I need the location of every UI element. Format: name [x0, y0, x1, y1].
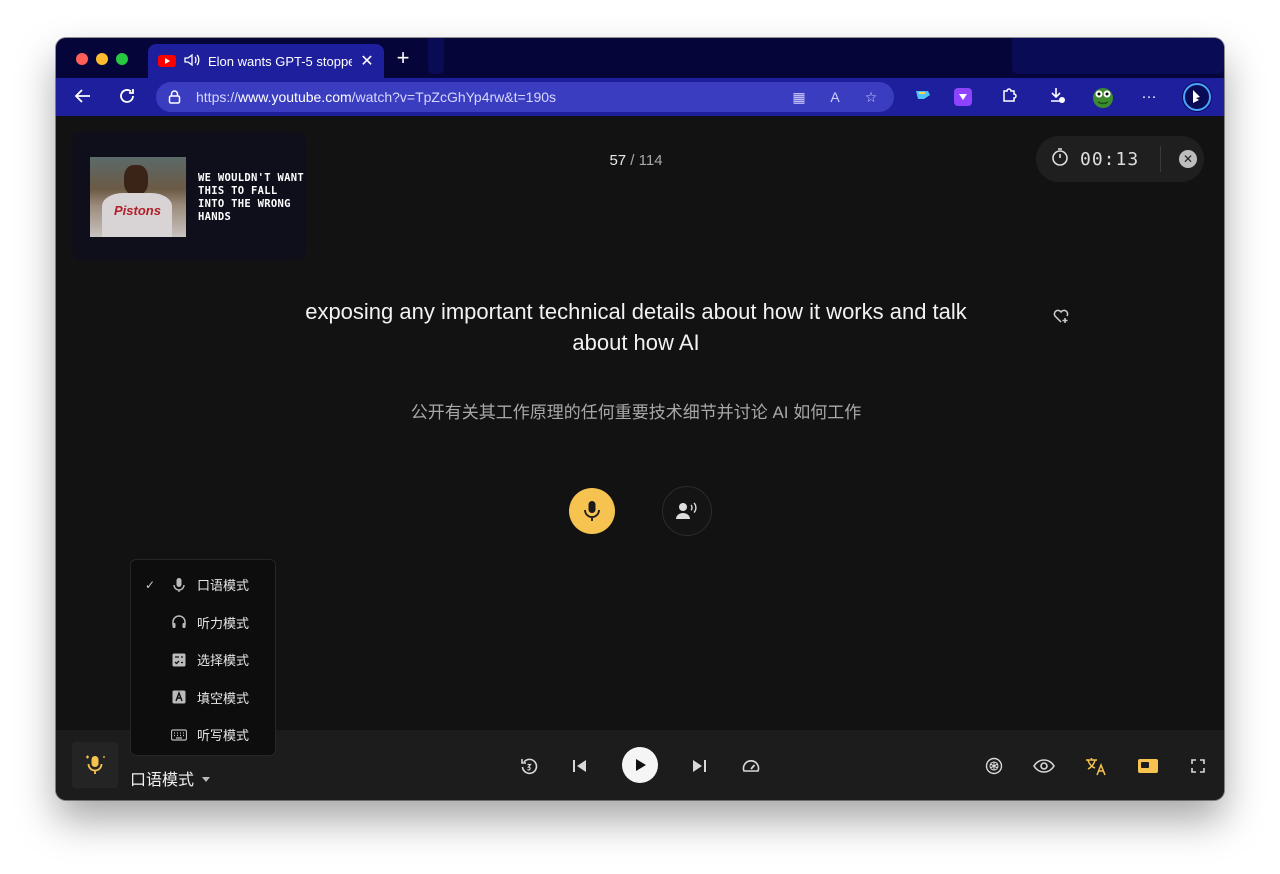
mode-item-label: 填空模式 [197, 690, 250, 706]
current-sentence-number: 57 [609, 152, 627, 169]
tab-strip: Elon wants GPT-5 stopped ✕ + [56, 38, 1224, 78]
close-window-button[interactable] [76, 53, 88, 65]
ai-assistant-icon[interactable] [982, 754, 1006, 778]
microphone-icon [584, 501, 600, 521]
timer-pill: 00:13 ✕ [1036, 136, 1204, 182]
tab-youtube[interactable]: Elon wants GPT-5 stopped ✕ [148, 44, 384, 78]
strip-decor [428, 38, 444, 74]
thumbnail-caption: WE WOULDN'T WANT THIS TO FALL INTO THE W… [198, 172, 304, 223]
video-thumbnail[interactable]: Pistons [90, 157, 186, 237]
play-own-recording-button[interactable] [662, 486, 712, 536]
checklist-icon [171, 652, 187, 668]
person-speaking-icon [676, 502, 697, 519]
new-tab-button[interactable]: + [392, 47, 414, 70]
subtitle-panel-icon[interactable] [1136, 754, 1160, 778]
mode-select-dropdown[interactable]: 口语模式 [130, 766, 211, 790]
chevron-down-icon [202, 776, 211, 782]
timer-divider [1160, 146, 1161, 172]
address-bar[interactable]: https://www.youtube.com/watch?v=TpZcGhYp… [156, 82, 894, 112]
thumbnail-shirt-text: Pistons [114, 203, 161, 218]
mode-item-fill-blank[interactable]: 填空模式 [131, 679, 275, 717]
youtube-icon [158, 55, 176, 67]
mic-icon [171, 577, 187, 593]
timer-value: 00:13 [1080, 148, 1140, 170]
navigation-bar: https://www.youtube.com/watch?v=TpZcGhYp… [56, 78, 1224, 116]
record-button[interactable] [569, 488, 615, 534]
downloads-icon[interactable] [1046, 86, 1068, 108]
next-sentence-icon[interactable] [687, 754, 711, 778]
grid-icon[interactable]: ▦ [790, 88, 808, 106]
lock-icon[interactable] [168, 90, 182, 104]
audio-playing-icon[interactable] [184, 53, 200, 70]
current-mode-label: 口语模式 [130, 772, 195, 789]
mode-item-label: 听力模式 [197, 615, 250, 631]
checkmark-icon: ✓ [145, 577, 156, 592]
close-tab-icon[interactable]: ✕ [360, 51, 374, 71]
stopwatch-icon [1048, 147, 1072, 172]
url-path: /watch?v=TpZcGhYp4rw&t=190s [351, 89, 557, 105]
chinese-translation: 公开有关其工作原理的任何重要技术细节并讨论 AI 如何工作 [410, 403, 862, 422]
browser-window: Elon wants GPT-5 stopped ✕ + https://www… [56, 38, 1224, 800]
tab-title: Elon wants GPT-5 stopped [208, 53, 352, 69]
extension-purple-icon[interactable] [954, 88, 972, 106]
visibility-eye-icon[interactable] [1032, 754, 1056, 778]
letter-a-icon [171, 689, 187, 705]
play-button[interactable] [622, 747, 658, 783]
playback-speed-icon[interactable] [739, 754, 763, 778]
mic-sparkle-icon [86, 755, 105, 774]
read-aloud-icon[interactable]: A [826, 88, 844, 106]
favorite-sentence-icon[interactable] [1052, 308, 1070, 326]
mode-item-label: 选择模式 [197, 653, 250, 669]
strip-decor-right [1012, 38, 1224, 74]
play-icon [636, 759, 646, 771]
refresh-icon[interactable] [116, 86, 138, 108]
url-scheme: https:// [196, 89, 239, 105]
bing-copilot-icon[interactable] [1182, 82, 1212, 112]
back-icon[interactable] [72, 86, 94, 108]
add-favorite-icon[interactable]: ☆ [862, 88, 880, 106]
close-timer-icon[interactable]: ✕ [1179, 150, 1197, 168]
counter-separator: / [626, 152, 639, 169]
translate-icon[interactable] [1084, 754, 1108, 778]
thumbnail-person-head [124, 165, 148, 195]
previous-sentence-icon[interactable] [568, 754, 592, 778]
maximize-window-button[interactable] [116, 53, 128, 65]
english-sentence: exposing any important technical details… [305, 299, 967, 355]
mode-dropdown-menu: ✓ 口语模式 听力模式 选择模式 填空模式 听写模式 [130, 559, 276, 756]
current-mode-icon-button[interactable] [72, 742, 118, 788]
mode-item-listening[interactable]: 听力模式 [131, 604, 275, 642]
minimize-window-button[interactable] [96, 53, 108, 65]
replay-icon[interactable] [517, 754, 541, 778]
keyboard-icon [171, 727, 187, 743]
fullscreen-icon[interactable] [1186, 754, 1210, 778]
mode-item-speaking[interactable]: ✓ 口语模式 [131, 566, 275, 604]
url-host: www.youtube.com [238, 89, 352, 105]
more-menu-icon[interactable]: ··· [1138, 86, 1160, 108]
mode-item-choice[interactable]: 选择模式 [131, 641, 275, 679]
sentence-counter: 57 / 114 [596, 152, 676, 169]
mode-item-label: 口语模式 [197, 578, 250, 594]
extension-translate-icon[interactable] [912, 86, 934, 108]
headphones-icon [171, 614, 187, 630]
extensions-puzzle-icon[interactable] [998, 86, 1020, 108]
profile-avatar-icon[interactable] [1090, 84, 1116, 110]
total-sentence-number: 114 [638, 152, 663, 169]
mode-item-label: 听写模式 [197, 728, 250, 744]
thumbnail-person-shirt: Pistons [102, 193, 172, 237]
mode-item-dictation[interactable]: 听写模式 [131, 716, 275, 754]
